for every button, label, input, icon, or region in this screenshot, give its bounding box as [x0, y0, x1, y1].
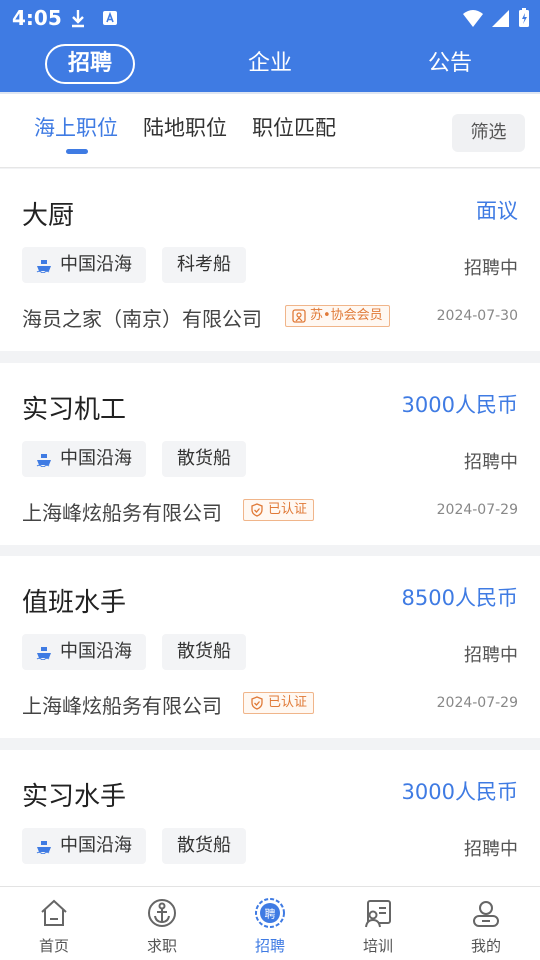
tab-announcement[interactable]: 公告 [410, 44, 490, 84]
company-name: 上海峰炫船务有限公司 [22, 694, 222, 718]
hiring-status: 招聘中 [464, 839, 518, 860]
post-date: 2024-07-29 [436, 502, 518, 518]
job-salary: 3000人民币 [401, 393, 518, 417]
company-name: 海员之家（南京）有限公司 [22, 307, 262, 331]
svg-text:聘: 聘 [265, 907, 276, 921]
badge-label: 已认证 [268, 695, 308, 710]
nav-job-search[interactable]: 求职 [108, 887, 216, 960]
battery-icon [519, 8, 529, 27]
company-name: 上海峰炫船务有限公司 [22, 501, 222, 525]
member-icon [292, 309, 306, 323]
ship-type-tag: 散货船 [162, 828, 246, 864]
area-label: 中国沿海 [60, 254, 132, 275]
status-time: 4:05 [12, 6, 62, 30]
nav-label: 我的 [470, 937, 501, 955]
post-date: 2024-07-29 [436, 695, 518, 711]
training-icon [365, 900, 391, 928]
top-tabs: 招聘 企业 公告 [0, 36, 540, 92]
nav-recruit[interactable]: 聘 招聘 [216, 887, 324, 960]
nav-label: 求职 [146, 937, 177, 955]
area-tag: 中国沿海 [22, 247, 146, 283]
nav-home[interactable]: 首页 [0, 887, 108, 960]
subtab-land-positions[interactable]: 陆地职位 [143, 112, 227, 142]
tab-company[interactable]: 企业 [230, 44, 310, 84]
nav-label: 培训 [362, 937, 393, 955]
download-icon [72, 10, 84, 28]
user-icon [473, 901, 499, 927]
status-bar: 4:05 [0, 0, 540, 36]
area-label: 中国沿海 [60, 448, 132, 469]
ship-icon [36, 647, 51, 660]
nav-training[interactable]: 培训 [324, 887, 432, 960]
ship-icon [36, 260, 51, 273]
ship-type-tag: 散货船 [162, 441, 246, 477]
accessibility-app-icon [103, 11, 117, 25]
top-bar: 4:05 招聘 企业 公告 [0, 0, 540, 92]
badge-label: 苏•协会会员 [310, 308, 383, 323]
job-card[interactable]: 实习水手 3000人民币 中国沿海 散货船 招聘中 [0, 750, 540, 886]
verified-badge: 已认证 [243, 692, 315, 714]
hiring-status: 招聘中 [464, 645, 518, 666]
nav-label: 招聘 [254, 937, 285, 955]
area-label: 中国沿海 [60, 835, 132, 856]
nav-label: 首页 [38, 937, 69, 955]
job-salary: 3000人民币 [401, 780, 518, 804]
job-card[interactable]: 值班水手 8500人民币 中国沿海 散货船 招聘中 上海峰炫船务有限公司 已认证… [0, 556, 540, 738]
bottom-nav: 首页 求职 聘 招聘 培训 我的 [0, 886, 540, 960]
job-title: 实习水手 [22, 782, 127, 812]
filter-button[interactable]: 筛选 [452, 114, 525, 152]
tab-recruit[interactable]: 招聘 [45, 44, 135, 84]
signal-icon [492, 10, 509, 27]
job-title: 实习机工 [22, 395, 127, 425]
job-salary: 8500人民币 [401, 586, 518, 610]
recruit-icon: 聘 [255, 898, 285, 928]
verified-shield-icon [251, 696, 263, 710]
area-label: 中国沿海 [60, 641, 132, 662]
home-icon [41, 899, 67, 926]
subtab-sea-positions[interactable]: 海上职位 [34, 112, 118, 142]
active-tab-indicator [66, 149, 88, 154]
member-badge: 苏•协会会员 [285, 305, 390, 327]
sub-tabs: 海上职位 陆地职位 职位匹配 筛选 [0, 92, 540, 168]
job-card[interactable]: 大厨 面议 中国沿海 科考船 招聘中 海员之家（南京）有限公司 苏•协会会员 2… [0, 169, 540, 351]
anchor-icon [148, 899, 176, 927]
ship-icon [36, 841, 51, 854]
area-tag: 中国沿海 [22, 828, 146, 864]
hiring-status: 招聘中 [464, 452, 518, 473]
job-salary: 面议 [476, 199, 518, 223]
area-tag: 中国沿海 [22, 441, 146, 477]
post-date: 2024-07-30 [436, 308, 518, 324]
job-title: 大厨 [22, 201, 75, 231]
wifi-icon [463, 10, 483, 27]
ship-icon [36, 454, 51, 467]
hiring-status: 招聘中 [464, 258, 518, 279]
area-tag: 中国沿海 [22, 634, 146, 670]
ship-type-tag: 科考船 [162, 247, 246, 283]
nav-profile[interactable]: 我的 [432, 887, 540, 960]
verified-badge: 已认证 [243, 499, 315, 521]
verified-shield-icon [251, 503, 263, 517]
job-title: 值班水手 [22, 588, 127, 618]
badge-label: 已认证 [268, 502, 308, 517]
ship-type-tag: 散货船 [162, 634, 246, 670]
subtab-position-match[interactable]: 职位匹配 [252, 112, 336, 142]
job-card[interactable]: 实习机工 3000人民币 中国沿海 散货船 招聘中 上海峰炫船务有限公司 已认证… [0, 363, 540, 545]
